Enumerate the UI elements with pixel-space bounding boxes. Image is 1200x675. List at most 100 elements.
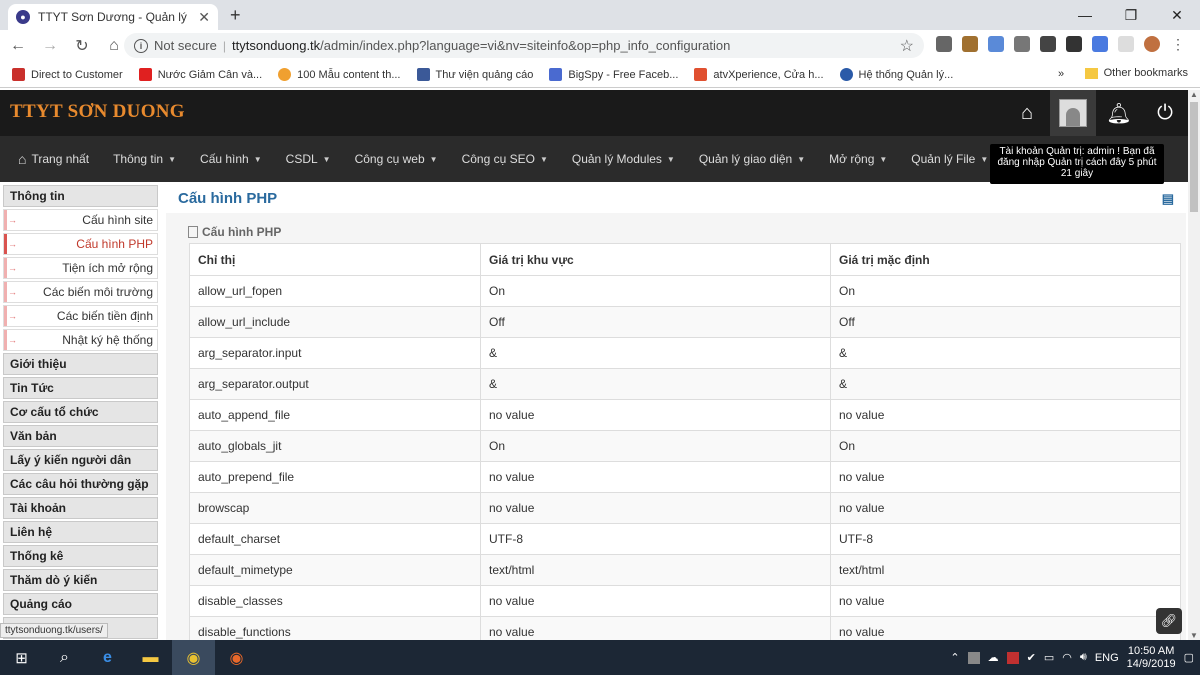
menu-item-themes[interactable]: Quản lý giao diện ▼ — [699, 152, 805, 166]
sidebar-item-env-vars[interactable]: → Các biến môi trường — [3, 281, 158, 303]
scroll-up-icon[interactable]: ▲ — [1190, 90, 1198, 99]
sidebar-section[interactable]: Tin Tức — [3, 377, 158, 399]
tray-chevron-icon[interactable]: ⌃ — [950, 651, 959, 664]
local-value-cell: text/html — [480, 554, 831, 586]
restore-icon[interactable]: ❐ — [1108, 0, 1154, 30]
file-explorer-icon[interactable]: ▬ — [129, 640, 172, 675]
close-tab-icon[interactable]: ✕ — [198, 9, 210, 26]
menu-item-files[interactable]: Quản lý File ▼ — [911, 152, 988, 166]
profile-avatar-icon[interactable] — [1144, 36, 1160, 52]
bookmark-item[interactable]: Direct to Customer — [12, 68, 123, 81]
bell-icon[interactable]: 🔔︎ — [1096, 90, 1142, 136]
home-icon: ⌂ — [18, 151, 27, 167]
power-icon[interactable]: ⏻ — [1142, 90, 1188, 136]
bookmark-item[interactable]: atvXperience, Cửa h... — [694, 68, 824, 81]
bookmark-item[interactable]: Thư viện quảng cáo — [416, 68, 533, 81]
new-tab-icon[interactable]: + — [230, 5, 241, 26]
sidebar-section[interactable]: Quảng cáo — [3, 593, 158, 615]
book-icon[interactable]: ▤ — [1162, 191, 1174, 207]
chrome-icon[interactable]: ◉ — [172, 640, 215, 675]
menu-dots-icon[interactable]: ⋮ — [1170, 36, 1186, 52]
address-bar[interactable]: i Not secure | ttytsonduong.tk/admin/ind… — [124, 33, 924, 58]
link-icon[interactable]: 🔗︎ — [1156, 608, 1182, 634]
sidebar-section[interactable]: Tài khoản — [3, 497, 158, 519]
scroll-down-icon[interactable]: ▼ — [1190, 631, 1198, 640]
tray-app-icon[interactable] — [1006, 651, 1019, 664]
folder-icon — [1084, 67, 1098, 79]
sidebar-item-predefined-vars[interactable]: → Các biến tiền định — [3, 305, 158, 327]
search-icon[interactable]: ⌕ — [43, 640, 86, 675]
check-icon[interactable]: ✔ — [1027, 651, 1036, 664]
page-scrollbar[interactable]: ▲ ▼ — [1188, 90, 1200, 640]
extension-icon[interactable] — [1066, 36, 1082, 52]
default-value-cell: no value — [830, 585, 1181, 617]
extension-icon[interactable] — [936, 36, 952, 52]
sidebar-section[interactable]: Liên hệ — [3, 521, 158, 543]
bookmark-item[interactable]: 100 Mẫu content th... — [278, 68, 401, 81]
table-row: arg_separator.output & & — [189, 368, 1181, 400]
firefox-icon[interactable]: ◉ — [215, 640, 258, 675]
language-indicator[interactable]: ENG — [1095, 652, 1119, 664]
local-value-cell: no value — [480, 399, 831, 431]
sidebar-section[interactable]: Thăm dò ý kiến — [3, 569, 158, 591]
home-icon[interactable]: ⌂ — [104, 37, 124, 55]
menu-item-webtools[interactable]: Công cụ web ▼ — [355, 152, 438, 166]
arrow-right-icon: → — [4, 282, 18, 302]
default-value-cell: UTF-8 — [830, 523, 1181, 555]
other-bookmarks[interactable]: Other bookmarks — [1084, 67, 1188, 79]
cloud-icon[interactable]: ☁ — [988, 651, 999, 664]
sidebar-section[interactable]: Thống kê — [3, 545, 158, 567]
minimize-icon[interactable]: — — [1062, 0, 1108, 30]
wifi-icon[interactable]: ◠ — [1062, 651, 1072, 664]
sidebar-section[interactable]: Cơ cấu tổ chức — [3, 401, 158, 423]
browser-tab[interactable]: ● TTYT Sơn Dương - Quản lý site - ✕ — [8, 4, 218, 30]
sidebar-item-system-log[interactable]: → Nhật ký hệ thống — [3, 329, 158, 351]
close-window-icon[interactable]: ✕ — [1154, 0, 1200, 30]
menu-item-info[interactable]: Thông tin ▼ — [113, 152, 176, 166]
sidebar-section[interactable]: Văn bản — [3, 425, 158, 447]
tray-app-icon[interactable] — [967, 651, 980, 664]
avatar[interactable] — [1050, 90, 1096, 136]
sidebar-item-site-config[interactable]: → Cấu hình site — [3, 209, 158, 231]
menu-item-extend[interactable]: Mở rộng ▼ — [829, 152, 887, 166]
local-value-cell: On — [480, 430, 831, 462]
extension-icon[interactable] — [1014, 36, 1030, 52]
bookmark-label: atvXperience, Cửa h... — [713, 68, 824, 81]
scroll-thumb[interactable] — [1190, 102, 1198, 212]
directive-cell: disable_classes — [189, 585, 481, 617]
site-logo[interactable]: TTYT SƠN DUONG — [10, 101, 185, 123]
bookmarks-overflow-button[interactable]: » — [1058, 68, 1064, 80]
sidebar-section[interactable]: Giới thiệu — [3, 353, 158, 375]
reload-icon[interactable]: ↻ — [72, 36, 92, 56]
bookmark-item[interactable]: Nước Giảm Cân và... — [138, 68, 262, 81]
forward-icon[interactable]: → — [40, 37, 60, 55]
back-icon[interactable]: ← — [8, 37, 28, 55]
sidebar-section[interactable]: Các câu hỏi thường gặp — [3, 473, 158, 495]
extension-icon[interactable] — [988, 36, 1004, 52]
volume-icon[interactable]: 🔊︎ — [1080, 651, 1087, 664]
windows-start-icon[interactable]: ⊞ — [0, 640, 43, 675]
extension-icon[interactable] — [962, 36, 978, 52]
sidebar-item-php-config[interactable]: → Cấu hình PHP — [3, 233, 158, 255]
menu-item-database[interactable]: CSDL ▼ — [286, 152, 331, 166]
menu-item-seotools[interactable]: Công cụ SEO ▼ — [462, 152, 548, 166]
default-value-cell: no value — [830, 461, 1181, 493]
battery-icon[interactable]: ▭ — [1044, 651, 1054, 664]
bookmark-star-icon[interactable]: ☆ — [900, 36, 914, 56]
sidebar-section-info[interactable]: Thông tin — [3, 185, 158, 207]
menu-item-home[interactable]: ⌂ Trang nhất — [18, 151, 89, 167]
sidebar-section[interactable]: Lấy ý kiến người dân — [3, 449, 158, 471]
menu-item-modules[interactable]: Quản lý Modules ▼ — [572, 152, 675, 166]
translate-icon[interactable] — [1092, 36, 1108, 52]
bookmark-item[interactable]: BigSpy - Free Faceb... — [549, 68, 678, 81]
extension-icon[interactable] — [1040, 36, 1056, 52]
notifications-icon[interactable]: ▢ — [1184, 651, 1194, 664]
menu-item-config[interactable]: Cấu hình ▼ — [200, 152, 262, 166]
home-icon[interactable]: ⌂ — [1004, 90, 1050, 136]
info-icon[interactable]: i — [134, 38, 148, 53]
extension-icon[interactable] — [1118, 36, 1134, 52]
bookmark-item[interactable]: Hệ thống Quản lý... — [839, 68, 953, 81]
sidebar-item-extensions[interactable]: → Tiện ích mở rộng — [3, 257, 158, 279]
clock[interactable]: 10:50 AM 14/9/2019 — [1127, 645, 1176, 671]
edge-icon[interactable]: e — [86, 640, 129, 675]
